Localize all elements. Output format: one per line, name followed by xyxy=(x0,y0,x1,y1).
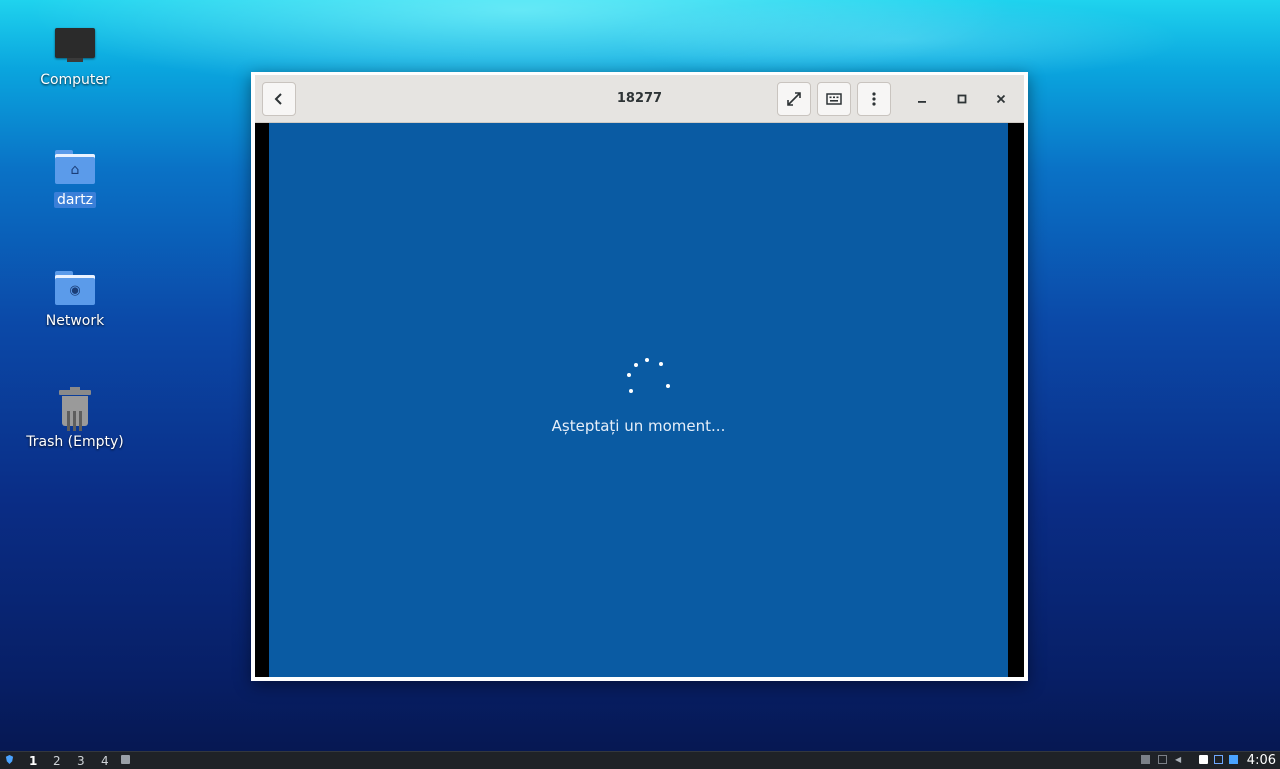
desktop-icon-label: Computer xyxy=(40,72,110,88)
volume-tray-icon[interactable]: ◀ xyxy=(1175,755,1184,764)
desktop-icon-label: Trash (Empty) xyxy=(26,434,124,450)
remote-viewer-window: 18277 Așteptați un moment... xyxy=(251,72,1028,681)
display-tray-icon[interactable] xyxy=(1158,755,1167,764)
clock[interactable]: 4:06 xyxy=(1247,753,1276,769)
start-menu-icon[interactable] xyxy=(5,755,14,764)
network-folder-icon: ◉ xyxy=(53,265,97,309)
window-tray-icon[interactable] xyxy=(1214,755,1223,764)
computer-icon xyxy=(53,24,97,68)
workspace-2[interactable]: 2 xyxy=(53,753,61,769)
desktop-icon-label: dartz xyxy=(53,192,97,208)
workspace-3[interactable]: 3 xyxy=(77,753,85,769)
fullscreen-icon xyxy=(787,92,801,106)
desktop-icon-trash[interactable]: Trash (Empty) xyxy=(20,386,130,450)
close-button[interactable] xyxy=(988,86,1014,112)
more-options-icon xyxy=(872,92,876,106)
desktop-icon-computer[interactable]: Computer xyxy=(20,24,130,88)
home-folder-icon: ⌂ xyxy=(53,144,97,188)
minimize-icon xyxy=(918,101,926,103)
close-icon xyxy=(996,94,1006,104)
keyboard-button[interactable] xyxy=(817,82,851,116)
back-arrow-icon xyxy=(274,93,282,105)
maximize-button[interactable] xyxy=(949,86,975,112)
menu-button[interactable] xyxy=(857,82,891,116)
desktop-background: Computer ⌂ dartz ◉ Network Trash (Empty) xyxy=(0,0,1280,769)
show-desktop-icon[interactable] xyxy=(121,755,130,764)
vm-display-area[interactable]: Așteptați un moment... xyxy=(255,123,1024,677)
vm-screen[interactable]: Așteptați un moment... xyxy=(269,123,1008,677)
update-tray-icon[interactable] xyxy=(1229,755,1238,764)
maximize-icon xyxy=(957,94,967,104)
window-titlebar[interactable]: 18277 xyxy=(255,75,1024,123)
back-button[interactable] xyxy=(262,82,296,116)
workspace-1[interactable]: 1 xyxy=(29,753,37,769)
network-tray-icon[interactable] xyxy=(1141,755,1150,764)
loading-message: Așteptați un moment... xyxy=(551,417,726,435)
trash-icon xyxy=(53,386,97,431)
keyboard-icon xyxy=(826,93,842,105)
minimize-button[interactable] xyxy=(909,86,935,112)
taskbar: 1 2 3 4 ◀ 4:06 xyxy=(0,751,1280,769)
fullscreen-button[interactable] xyxy=(777,82,811,116)
desktop-icon-network[interactable]: ◉ Network xyxy=(20,265,130,329)
loading-spinner-icon xyxy=(627,358,679,398)
desktop-icon-home-folder[interactable]: ⌂ dartz xyxy=(20,144,130,208)
workspace-4[interactable]: 4 xyxy=(101,753,109,769)
notes-tray-icon[interactable] xyxy=(1199,755,1208,764)
desktop-icon-label: Network xyxy=(45,313,105,329)
